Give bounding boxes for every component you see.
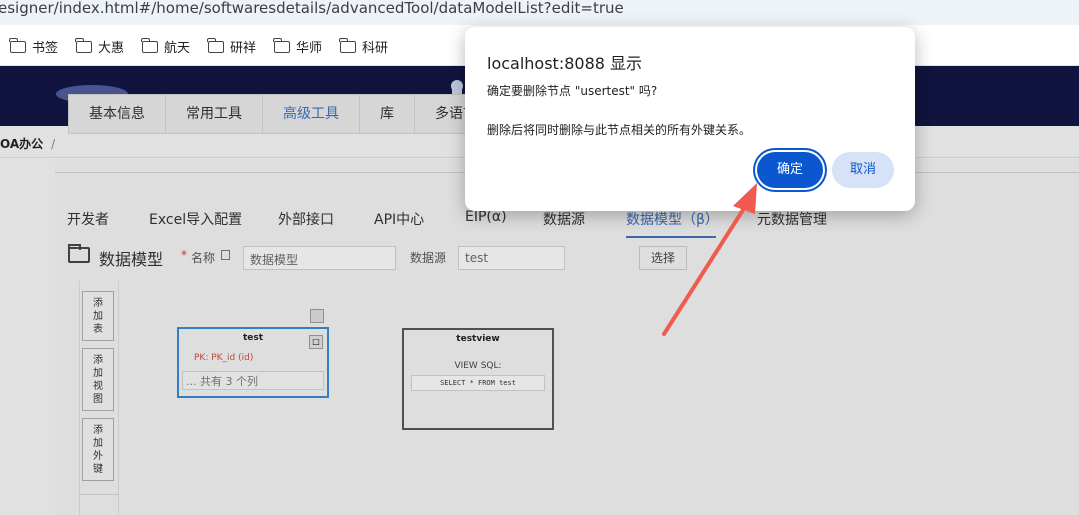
bookmark-item[interactable]: 书签 xyxy=(9,37,58,56)
folder-icon xyxy=(339,37,356,53)
address-bar[interactable]: esigner/index.html#/home/softwaresdetail… xyxy=(0,0,1079,25)
bookmark-item[interactable]: 华师 xyxy=(273,37,322,56)
dialog-detail: 删除后将同时删除与此节点相关的所有外键关系。 xyxy=(487,123,752,137)
url-text: esigner/index.html#/home/softwaresdetail… xyxy=(0,0,624,17)
folder-icon xyxy=(207,37,224,53)
bookmark-item[interactable]: 大惠 xyxy=(75,37,124,56)
dialog-title: localhost:8088 显示 xyxy=(487,54,643,73)
bookmark-item[interactable]: 航天 xyxy=(141,37,190,56)
folder-icon xyxy=(273,37,290,53)
folder-icon xyxy=(75,37,92,53)
folder-icon xyxy=(141,37,158,53)
dialog-message: 确定要删除节点 "usertest" 吗? xyxy=(487,84,658,98)
confirm-dialog: localhost:8088 显示 确定要删除节点 "usertest" 吗? … xyxy=(465,27,915,211)
cancel-button[interactable]: 取消 xyxy=(832,152,894,188)
folder-icon xyxy=(9,37,26,53)
bookmark-item[interactable]: 研祥 xyxy=(207,37,256,56)
bookmark-item[interactable]: 科研 xyxy=(339,37,388,56)
confirm-button[interactable]: 确定 xyxy=(757,152,823,188)
